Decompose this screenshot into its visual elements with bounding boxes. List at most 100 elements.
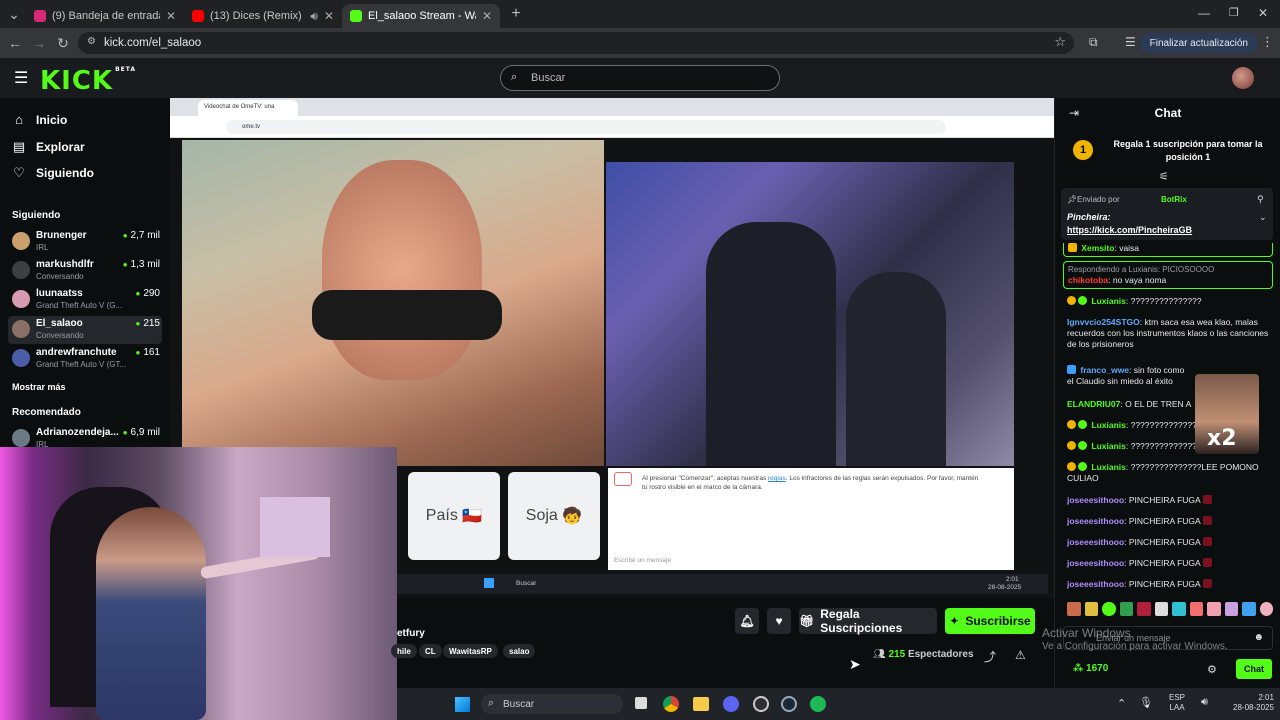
recommended-section-title: Recomendado	[12, 407, 81, 418]
taskbar-search[interactable]: ⌕ Buscar	[481, 694, 623, 714]
person-figure	[846, 272, 946, 466]
windows-start-icon[interactable]	[455, 697, 470, 712]
sidebar-channel[interactable]: andrewfranchute Grand Theft Auto V (GT..…	[10, 345, 162, 373]
subscribe-button[interactable]: ✦ Suscribirse	[945, 608, 1035, 634]
close-tab-icon[interactable]: ✕	[324, 9, 334, 23]
sidebar-channel-selected[interactable]: El_salaoo Conversando 215	[8, 316, 162, 344]
stream-tag[interactable]: hile	[391, 644, 417, 658]
emote-icon[interactable]	[1242, 602, 1256, 616]
language-indicator[interactable]: ESP LAA	[1169, 693, 1185, 713]
hamburger-menu-icon[interactable]: ☰	[14, 68, 28, 88]
following-section-title: Siguiendo	[12, 210, 61, 221]
spotify-icon[interactable]	[810, 696, 826, 712]
emote-icon[interactable]	[1172, 602, 1186, 616]
finish-update-button[interactable]: Finalizar actualización	[1139, 33, 1258, 53]
kick-logo[interactable]: KICK BETA	[40, 66, 136, 96]
back-icon[interactable]: ←	[3, 35, 27, 51]
new-tab-icon[interactable]: +	[504, 5, 528, 23]
task-view-icon[interactable]	[635, 697, 647, 709]
report-icon[interactable]: ⚠	[1015, 648, 1026, 662]
emote-icon	[1202, 579, 1212, 588]
chat-settings-gear-icon[interactable]: ⚙	[1207, 663, 1217, 676]
avatar[interactable]	[1232, 67, 1254, 89]
forward-icon[interactable]: →	[27, 35, 51, 51]
site-info-icon[interactable]: ⚙	[87, 36, 96, 47]
stream-tag[interactable]: salao	[503, 644, 536, 658]
nav-following[interactable]: ♡ Siguiendo	[12, 165, 94, 181]
taskbar-clock[interactable]: 2:01 28-08-2025	[1233, 693, 1274, 713]
browser-tab-kick[interactable]: El_salaoo Stream - Watch Live ✕	[342, 4, 500, 28]
emote-icon[interactable]	[1154, 602, 1168, 616]
bookmark-star-icon[interactable]: ☆	[1054, 34, 1066, 50]
sidebar-channel[interactable]: Brunenger IRL 2,7 mil	[10, 228, 162, 256]
discord-icon[interactable]	[723, 696, 739, 712]
emote-icon	[1202, 537, 1212, 546]
emote-icon[interactable]	[1259, 602, 1273, 616]
ometv-logo-icon	[614, 472, 632, 486]
nav-home[interactable]: ⌂ Inicio	[12, 112, 67, 127]
browser-menu-icon[interactable]: ⋮	[1261, 34, 1274, 50]
share-icon[interactable]: ⤴	[984, 648, 996, 665]
stream-title-fragment: etfury	[397, 628, 425, 639]
sidebar: ⌂ Inicio ▤ Explorar ♡ Siguiendo Siguiend…	[0, 98, 170, 449]
chat-message: franco_wwe: sin foto como el Claudio sin…	[1067, 365, 1185, 386]
filter-icon[interactable]: ⚟	[1159, 170, 1169, 183]
emote-icon[interactable]	[1137, 602, 1151, 616]
gift-leaderboard[interactable]: 1 Regala 1 suscripción para tomar la pos…	[1055, 134, 1280, 174]
close-tab-icon[interactable]: ✕	[482, 9, 492, 23]
chevron-down-icon[interactable]: ⌄	[1259, 212, 1267, 223]
site-header: ☰ KICK BETA ⌕ Buscar	[0, 58, 1280, 98]
tab-search-icon[interactable]: ⌄	[2, 6, 26, 23]
notifications-bell-button[interactable]: 🔔︎	[735, 608, 759, 634]
emote-icon[interactable]	[1224, 602, 1238, 616]
gift-subscriptions-button[interactable]: 🎁︎ Regala Suscripciones	[799, 607, 937, 635]
minimize-icon[interactable]: —	[1198, 6, 1210, 20]
chat-send-button[interactable]: Chat	[1236, 659, 1272, 679]
emote-icon[interactable]	[1207, 602, 1221, 616]
emote-icon[interactable]	[1067, 602, 1081, 616]
chat-panel: ⇥ Chat 1 Regala 1 suscripción para tomar…	[1054, 98, 1280, 688]
emote-bar[interactable]	[1067, 602, 1273, 618]
reading-list-icon[interactable]: ☰	[1125, 35, 1136, 49]
browser-tab-instagram[interactable]: (9) Bandeja de entrada • Chats ✕	[26, 4, 184, 28]
emote-icon[interactable]	[1102, 602, 1116, 616]
tray-chevron-up-icon[interactable]: ⌃	[1117, 697, 1126, 710]
emote-icon[interactable]	[1084, 602, 1098, 616]
show-more-link[interactable]: Mostrar más	[12, 382, 66, 392]
channel-points[interactable]: ⁂ 1670	[1073, 663, 1108, 674]
obs-icon[interactable]	[753, 696, 769, 712]
volume-icon[interactable]: 🔊︎	[1201, 696, 1208, 709]
browser-tab-youtube[interactable]: (13) Dices (Remix) (feat. Arcang 🔊︎ ✕	[184, 4, 342, 28]
url-bar[interactable]: ⚙ kick.com/el_salaoo ☆	[78, 32, 1074, 54]
youtube-icon	[192, 10, 204, 22]
speaker-icon[interactable]: 🔊︎	[310, 9, 318, 24]
sidebar-channel[interactable]: luunaatss Grand Theft Auto V (G... 290	[10, 286, 162, 314]
emote-icon[interactable]	[1119, 602, 1133, 616]
stream-tag[interactable]: WawitasRP	[443, 644, 498, 658]
reload-icon[interactable]: ↻	[51, 35, 75, 52]
stream-tag[interactable]: CL	[419, 644, 442, 658]
file-explorer-icon[interactable]	[693, 697, 709, 711]
follow-heart-button[interactable]: ♥	[767, 608, 791, 634]
sunglasses	[312, 290, 502, 340]
chat-message: Respondiendo a Luxianis: PICIOSOOOO chik…	[1063, 261, 1273, 289]
nav-explore[interactable]: ▤ Explorar	[12, 139, 85, 155]
chat-message: joseeesithooo: PINCHEIRA FUGA	[1067, 537, 1273, 548]
chrome-icon[interactable]	[663, 696, 679, 712]
microphone-icon[interactable]: 🎙︎	[1139, 696, 1153, 709]
windows-taskbar: ⌕ Buscar ⌃ 🎙︎ ESP LAA 🔊︎ 2:01 28-08-2025	[397, 688, 1280, 720]
inner-browser-toolbar: ome.tv	[170, 116, 1054, 138]
emoji-picker-icon[interactable]: ☻	[1253, 632, 1264, 643]
emote-icon	[1202, 558, 1212, 567]
unpin-icon[interactable]: ⚲	[1257, 194, 1264, 205]
extensions-icon[interactable]: ⧉	[1089, 35, 1098, 50]
search-input[interactable]: ⌕ Buscar	[500, 65, 780, 91]
sidebar-channel[interactable]: markushdlfr Conversando 1,3 mil	[10, 257, 162, 285]
close-window-icon[interactable]: ✕	[1258, 6, 1268, 20]
maximize-icon[interactable]: ❐	[1229, 6, 1239, 19]
emote-icon[interactable]	[1189, 602, 1203, 616]
person-face	[322, 160, 482, 380]
inner-url-bar: ome.tv	[226, 120, 946, 134]
close-tab-icon[interactable]: ✕	[166, 9, 176, 23]
steam-icon[interactable]	[781, 696, 797, 712]
